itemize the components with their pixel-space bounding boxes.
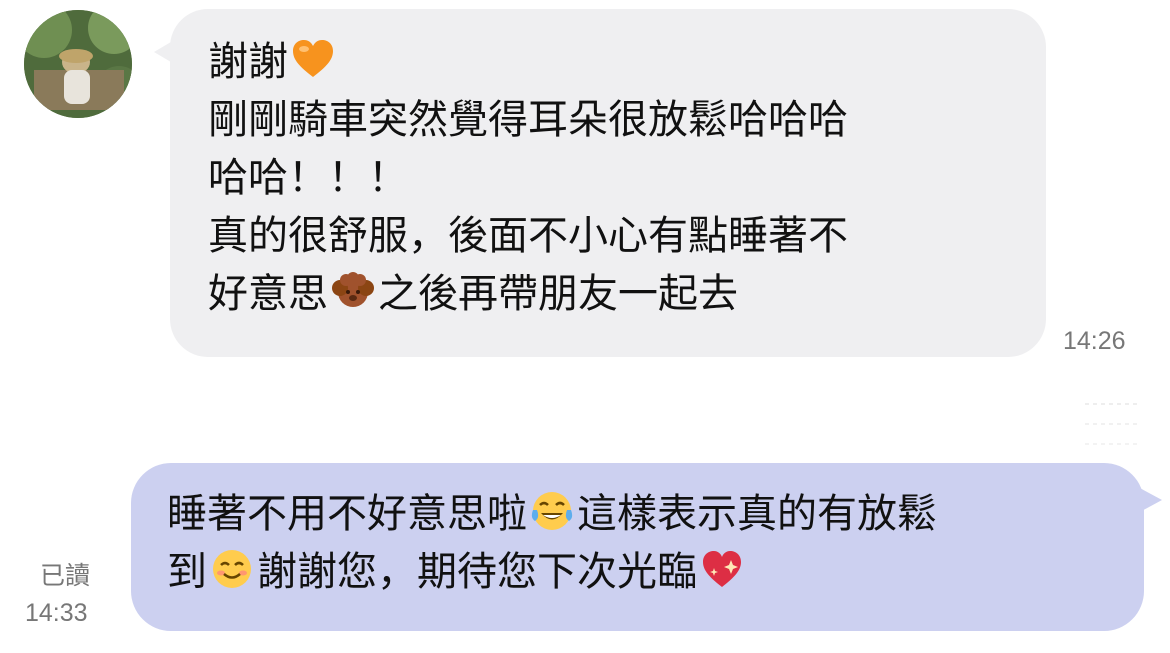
- message-text: 謝謝: [208, 39, 288, 85]
- brown-poodle-dog-icon: [330, 268, 376, 314]
- message-line: 謝謝: [208, 33, 1016, 91]
- message-text: 這樣表示真的有放鬆: [577, 491, 937, 537]
- message-text: 睡著不用不好意思啦: [167, 491, 527, 537]
- message-text: 到: [167, 549, 207, 595]
- message-line: 剛剛騎車突然覺得耳朵很放鬆哈哈哈: [208, 97, 848, 143]
- message-text: 之後再帶朋友一起去: [378, 271, 738, 317]
- message-line: 好意思 之後再帶朋友一起去: [208, 265, 1016, 323]
- incoming-timestamp: 14:26: [1063, 327, 1126, 355]
- bubble-tail: [154, 39, 176, 65]
- read-receipt-label: 已讀: [40, 562, 91, 590]
- contact-avatar-photo-icon: [24, 10, 132, 118]
- bubble-tail: [1138, 487, 1162, 513]
- orange-heart-icon: [290, 36, 336, 82]
- smiling-blush-icon: [209, 546, 255, 592]
- divider-marks: [1085, 403, 1141, 445]
- message-text: 謝謝您，期待您下次光臨: [257, 549, 697, 595]
- tears-of-joy-icon: [529, 488, 575, 534]
- outgoing-timestamp: 14:33: [25, 599, 88, 627]
- message-line: 睡著不用不好意思啦 這樣表示真的有放鬆: [167, 485, 1114, 543]
- outgoing-message-bubble[interactable]: 睡著不用不好意思啦 這樣表示真的有放鬆 到 謝謝您，期待您下次光臨: [131, 463, 1162, 631]
- message-line: 到 謝謝您，期待您下次光臨: [167, 543, 1114, 601]
- incoming-message-bubble[interactable]: 謝謝 剛剛騎車突然覺得耳朵很放鬆哈哈哈 哈哈！！！ 真的很舒服，後面不小心有點睡…: [154, 9, 1046, 357]
- message-line: 哈哈！！！: [208, 155, 408, 201]
- message-text: 好意思: [208, 271, 328, 317]
- sparkling-heart-icon: [699, 546, 745, 592]
- message-line: 真的很舒服，後面不小心有點睡著不: [208, 213, 848, 259]
- contact-avatar[interactable]: [24, 10, 132, 118]
